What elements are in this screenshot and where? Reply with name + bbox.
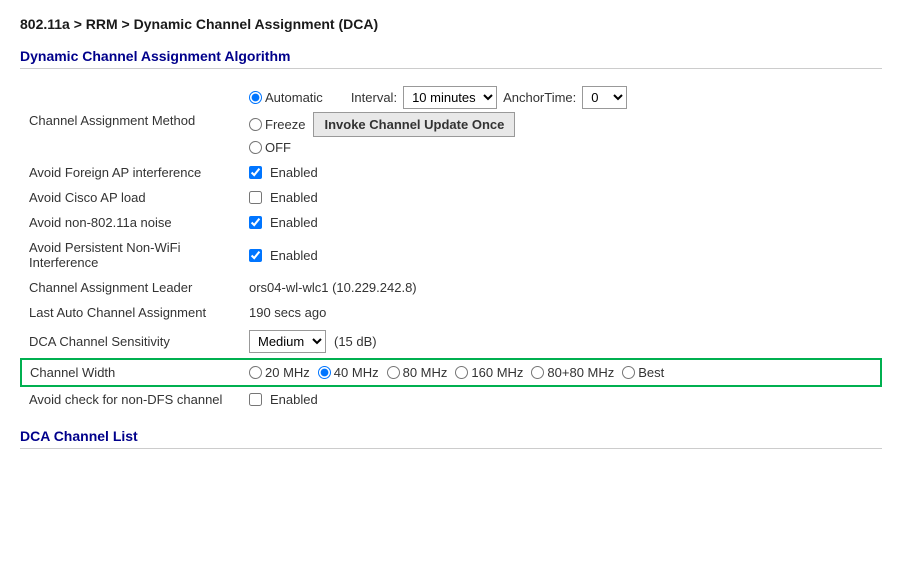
channel-width-label: Channel Width [21, 359, 241, 386]
radio-best[interactable] [622, 366, 635, 379]
radio-80plus80mhz[interactable] [531, 366, 544, 379]
interval-label: Interval: [351, 90, 397, 105]
dca-channel-list-title: DCA Channel List [20, 428, 882, 449]
avoid-cisco-ap-enabled: Enabled [270, 190, 318, 205]
radio-off[interactable] [249, 141, 262, 154]
avoid-foreign-ap-label: Avoid Foreign AP interference [21, 160, 241, 185]
avoid-cisco-ap-label: Avoid Cisco AP load [21, 185, 241, 210]
radio-160mhz[interactable] [455, 366, 468, 379]
section1-title: Dynamic Channel Assignment Algorithm [20, 48, 882, 69]
radio-20mhz-label: 20 MHz [265, 365, 310, 380]
avoid-persistent-enabled: Enabled [270, 248, 318, 263]
avoid-foreign-ap-enabled: Enabled [270, 165, 318, 180]
anchor-time-label: AnchorTime: [503, 90, 576, 105]
radio-80mhz-label: 80 MHz [403, 365, 448, 380]
avoid-persistent-checkbox[interactable] [249, 249, 262, 262]
avoid-non-dfs-checkbox[interactable] [249, 393, 262, 406]
channel-assignment-method-value: Automatic Interval: 10 minutes 5 minutes… [241, 81, 881, 160]
avoid-non-dfs-value: Enabled [241, 386, 881, 412]
radio-80plus80mhz-label: 80+80 MHz [547, 365, 614, 380]
radio-best-label: Best [638, 365, 664, 380]
dca-sensitivity-label: DCA Channel Sensitivity [21, 325, 241, 359]
interval-select[interactable]: 10 minutes 5 minutes 30 minutes 1 hour [403, 86, 497, 109]
radio-40mhz[interactable] [318, 366, 331, 379]
last-auto-channel-value: 190 secs ago [241, 300, 881, 325]
breadcrumb: 802.11a > RRM > Dynamic Channel Assignme… [20, 16, 882, 32]
channel-assignment-method-label: Channel Assignment Method [21, 81, 241, 160]
avoid-non-dfs-enabled: Enabled [270, 392, 318, 407]
avoid-foreign-ap-checkbox[interactable] [249, 166, 262, 179]
avoid-cisco-ap-value: Enabled [241, 185, 881, 210]
radio-freeze-label: Freeze [265, 117, 305, 132]
avoid-noise-label: Avoid non-802.11a noise [21, 210, 241, 235]
avoid-noise-value: Enabled [241, 210, 881, 235]
dca-sensitivity-value: Low Medium High (15 dB) [241, 325, 881, 359]
radio-40mhz-label: 40 MHz [334, 365, 379, 380]
channel-leader-label: Channel Assignment Leader [21, 275, 241, 300]
radio-freeze[interactable] [249, 118, 262, 131]
anchor-time-select[interactable]: 0123 4567 891011 [582, 86, 627, 109]
channel-leader-value: ors04-wl-wlc1 (10.229.242.8) [241, 275, 881, 300]
last-auto-channel-label: Last Auto Channel Assignment [21, 300, 241, 325]
avoid-noise-checkbox[interactable] [249, 216, 262, 229]
channel-width-value: 20 MHz 40 MHz 80 MHz 160 MHz 80+80 MHz [241, 359, 881, 386]
radio-off-label: OFF [265, 140, 291, 155]
dca-sensitivity-select[interactable]: Low Medium High [249, 330, 326, 353]
avoid-non-dfs-label: Avoid check for non-DFS channel [21, 386, 241, 412]
dca-sensitivity-note: (15 dB) [334, 334, 377, 349]
radio-automatic[interactable] [249, 91, 262, 104]
avoid-cisco-ap-checkbox[interactable] [249, 191, 262, 204]
invoke-channel-update-button[interactable]: Invoke Channel Update Once [313, 112, 515, 137]
avoid-persistent-label: Avoid Persistent Non-WiFi Interference [21, 235, 241, 275]
radio-automatic-label: Automatic [265, 90, 323, 105]
avoid-noise-enabled: Enabled [270, 215, 318, 230]
radio-20mhz[interactable] [249, 366, 262, 379]
radio-80mhz[interactable] [387, 366, 400, 379]
radio-160mhz-label: 160 MHz [471, 365, 523, 380]
avoid-persistent-value: Enabled [241, 235, 881, 275]
avoid-foreign-ap-value: Enabled [241, 160, 881, 185]
